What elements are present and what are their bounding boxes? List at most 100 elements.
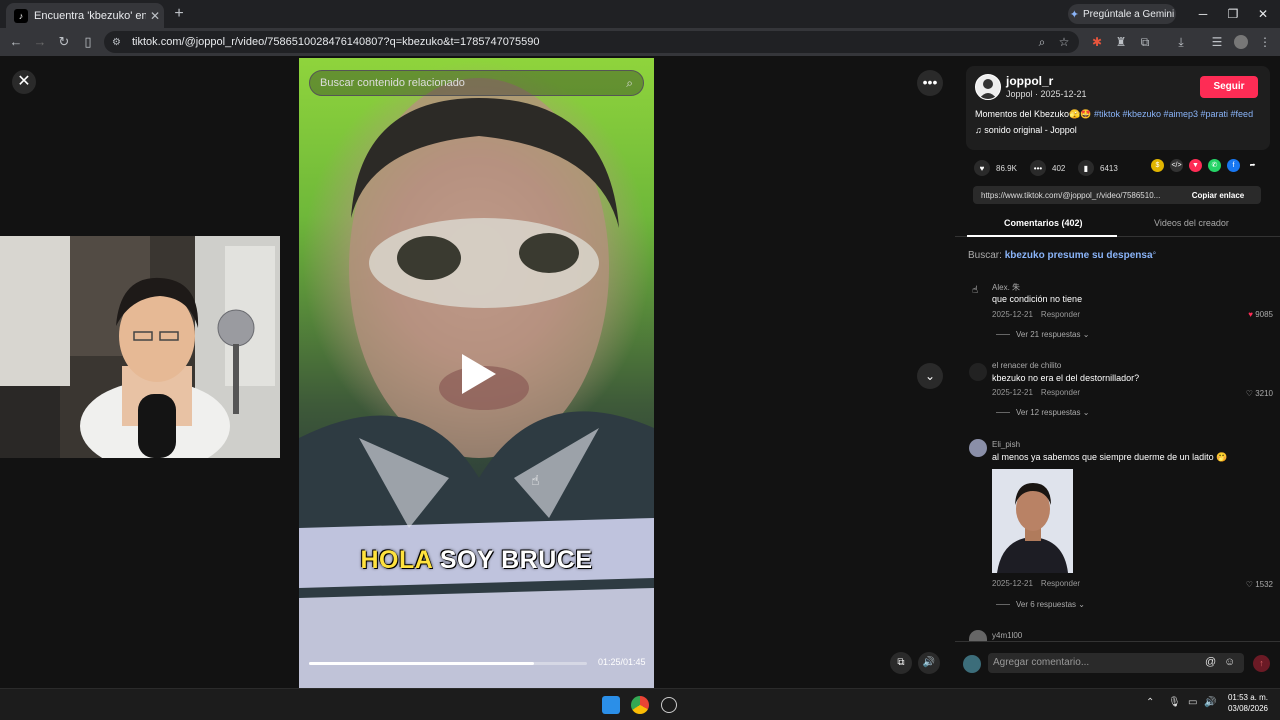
window-close-button[interactable]: ✕: [1248, 5, 1278, 23]
profile-avatar[interactable]: [1234, 35, 1248, 49]
view-replies-button[interactable]: Ver 12 respuestas ⌄: [996, 408, 1089, 417]
minimize-button[interactable]: ─: [1188, 5, 1218, 23]
related-search-placeholder: Buscar contenido relacionado: [320, 77, 465, 89]
sound-link[interactable]: ♫ sonido original - Joppol: [975, 125, 1077, 135]
comment-like-count: 9085: [1255, 310, 1273, 319]
reply-button[interactable]: Responder: [1041, 310, 1080, 319]
creator-username[interactable]: joppol_r: [1006, 74, 1053, 88]
microphone-icon[interactable]: 🎙: [1168, 697, 1181, 708]
comment-image[interactable]: [992, 469, 1073, 573]
close-video-button[interactable]: ✕: [12, 70, 36, 94]
gemini-button[interactable]: ✦ Pregúntale a Gemini: [1068, 4, 1176, 24]
video-progress-bar[interactable]: [309, 662, 587, 665]
comment-like-count: 1532: [1255, 580, 1273, 589]
related-search-input[interactable]: Buscar contenido relacionado ⌕: [309, 70, 644, 96]
comment-stat[interactable]: ••• 402: [1030, 160, 1065, 176]
whatsapp-icon[interactable]: ✆: [1208, 159, 1221, 172]
new-tab-button[interactable]: +: [170, 5, 188, 23]
reload-icon[interactable]: ↻: [56, 34, 72, 50]
send-comment-button[interactable]: ↑: [1253, 655, 1270, 672]
search-icon[interactable]: ⌕: [626, 76, 633, 91]
embed-code-icon[interactable]: </>: [1170, 159, 1183, 172]
creator-subline: Joppol · 2025-12-21: [1006, 89, 1087, 99]
send-to-friends-icon[interactable]: ▼: [1189, 159, 1202, 172]
extensions-puzzle-icon[interactable]: ⧉: [1138, 35, 1152, 49]
comment-like[interactable]: ♡ 3210: [1213, 389, 1273, 398]
extension-icon[interactable]: ✱: [1090, 35, 1104, 49]
comment-avatar[interactable]: [969, 630, 987, 641]
tab-title: Encuentra 'kbezuko' en TikTok: [34, 9, 146, 22]
heart-outline-icon: ♡: [1245, 580, 1253, 589]
comment-text: que condición no tiene: [992, 294, 1083, 304]
like-stat[interactable]: ♥ 86.9K: [974, 160, 1017, 176]
comment-like[interactable]: ♡ 1532: [1213, 580, 1273, 589]
search-suggestion[interactable]: Buscar: kbezuko presume su despensa⌕: [968, 250, 1156, 261]
view-replies-button[interactable]: Ver 21 respuestas ⌄: [996, 330, 1089, 339]
view-replies-label: Ver 12 respuestas: [1016, 408, 1081, 417]
bookmark-icon: ▮: [1078, 160, 1094, 176]
view-replies-label: Ver 21 respuestas: [1016, 330, 1081, 339]
reply-button[interactable]: Responder: [1041, 579, 1080, 588]
search-suggestion-query[interactable]: kbezuko presume su despensa: [1005, 250, 1153, 261]
heart-outline-icon: ♡: [1245, 389, 1253, 398]
next-video-chevron-icon[interactable]: ⌄: [917, 363, 943, 389]
comment-username[interactable]: Alex. 朱: [992, 282, 1020, 293]
menu-kebab-icon[interactable]: ⋮: [1258, 35, 1272, 49]
network-icon[interactable]: ▭: [1188, 697, 1197, 708]
more-options-button[interactable]: •••: [917, 70, 943, 96]
floating-player-icon[interactable]: ⧉: [890, 652, 912, 674]
facebook-icon[interactable]: f: [1227, 159, 1240, 172]
windows-start-icon[interactable]: [602, 696, 620, 714]
tab-search-icon[interactable]: ☰: [1210, 35, 1224, 49]
tab-active-indicator: [967, 235, 1117, 237]
emoji-icon[interactable]: ☺: [1224, 656, 1235, 668]
comment-username[interactable]: Eli_pish: [992, 440, 1020, 449]
address-bar[interactable]: ⚙ tiktok.com/@joppol_r/video/75865100284…: [104, 31, 1079, 53]
comment-username[interactable]: y4m1l00: [992, 631, 1022, 640]
copy-link-button[interactable]: Copiar enlace: [1175, 191, 1261, 200]
comment-date: 2025-12-21: [992, 579, 1033, 588]
description-text: Momentos del Kbezuko🫣🤩: [975, 109, 1094, 119]
heart-icon: ♥: [974, 160, 990, 176]
sidepanel-icon[interactable]: ▯: [80, 34, 96, 50]
extension-2-icon[interactable]: ♜: [1114, 35, 1128, 49]
chrome-taskbar-icon[interactable]: [631, 696, 649, 714]
taskbar-clock[interactable]: 01:53 a. m. 03/08/2026: [1226, 692, 1268, 714]
follow-button[interactable]: Seguir: [1200, 76, 1258, 98]
webcam-overlay: [0, 236, 280, 458]
comment-avatar[interactable]: [969, 439, 987, 457]
tab-comments[interactable]: Comentarios (402): [1004, 218, 1083, 228]
back-icon[interactable]: ←: [8, 34, 24, 50]
comment-like[interactable]: ♥ 9085: [1213, 310, 1273, 319]
coin-share-icon[interactable]: $: [1151, 159, 1164, 172]
download-icon[interactable]: ⤓: [1174, 35, 1188, 49]
tab-close-icon[interactable]: ✕: [146, 9, 164, 23]
mention-icon[interactable]: @: [1205, 656, 1216, 668]
zoom-icon[interactable]: ⌕: [1035, 35, 1049, 49]
view-replies-label: Ver 6 respuestas: [1016, 600, 1077, 609]
app-taskbar-icon[interactable]: [661, 697, 677, 713]
taskbar-date: 03/08/2026: [1227, 704, 1268, 713]
speaker-icon[interactable]: 🔊: [1204, 697, 1216, 708]
bookmark-star-icon[interactable]: ☆: [1057, 35, 1071, 49]
restore-button[interactable]: ❐: [1218, 5, 1248, 23]
like-count: 86.9K: [996, 163, 1017, 173]
volume-icon[interactable]: 🔊: [918, 652, 940, 674]
play-icon[interactable]: [462, 354, 496, 394]
site-info-icon[interactable]: ⚙: [112, 37, 126, 48]
tab-creator-videos[interactable]: Videos del creador: [1154, 218, 1229, 228]
search-suggestion-label: Buscar:: [968, 250, 1002, 261]
description-hashtags[interactable]: #tiktok #kbezuko #aimep3 #parati #feed: [1094, 109, 1253, 119]
comment-avatar[interactable]: [969, 363, 987, 381]
save-stat[interactable]: ▮ 6413: [1078, 160, 1118, 176]
reply-button[interactable]: Responder: [1041, 388, 1080, 397]
browser-tab[interactable]: ♪ Encuentra 'kbezuko' en TikTok ✕: [6, 3, 164, 28]
comment-username[interactable]: el renacer de chilito: [992, 361, 1061, 370]
share-arrow-icon[interactable]: ➦: [1246, 159, 1259, 172]
tray-chevron-icon[interactable]: ⌃: [1146, 697, 1154, 708]
view-replies-button[interactable]: Ver 6 respuestas ⌄: [996, 600, 1085, 609]
forward-icon[interactable]: →: [32, 34, 48, 50]
video-caption: HOLA SOY BRUCE: [299, 546, 654, 575]
creator-avatar[interactable]: [975, 74, 1001, 100]
comment-text: al menos ya sabemos que siempre duerme d…: [992, 452, 1228, 462]
